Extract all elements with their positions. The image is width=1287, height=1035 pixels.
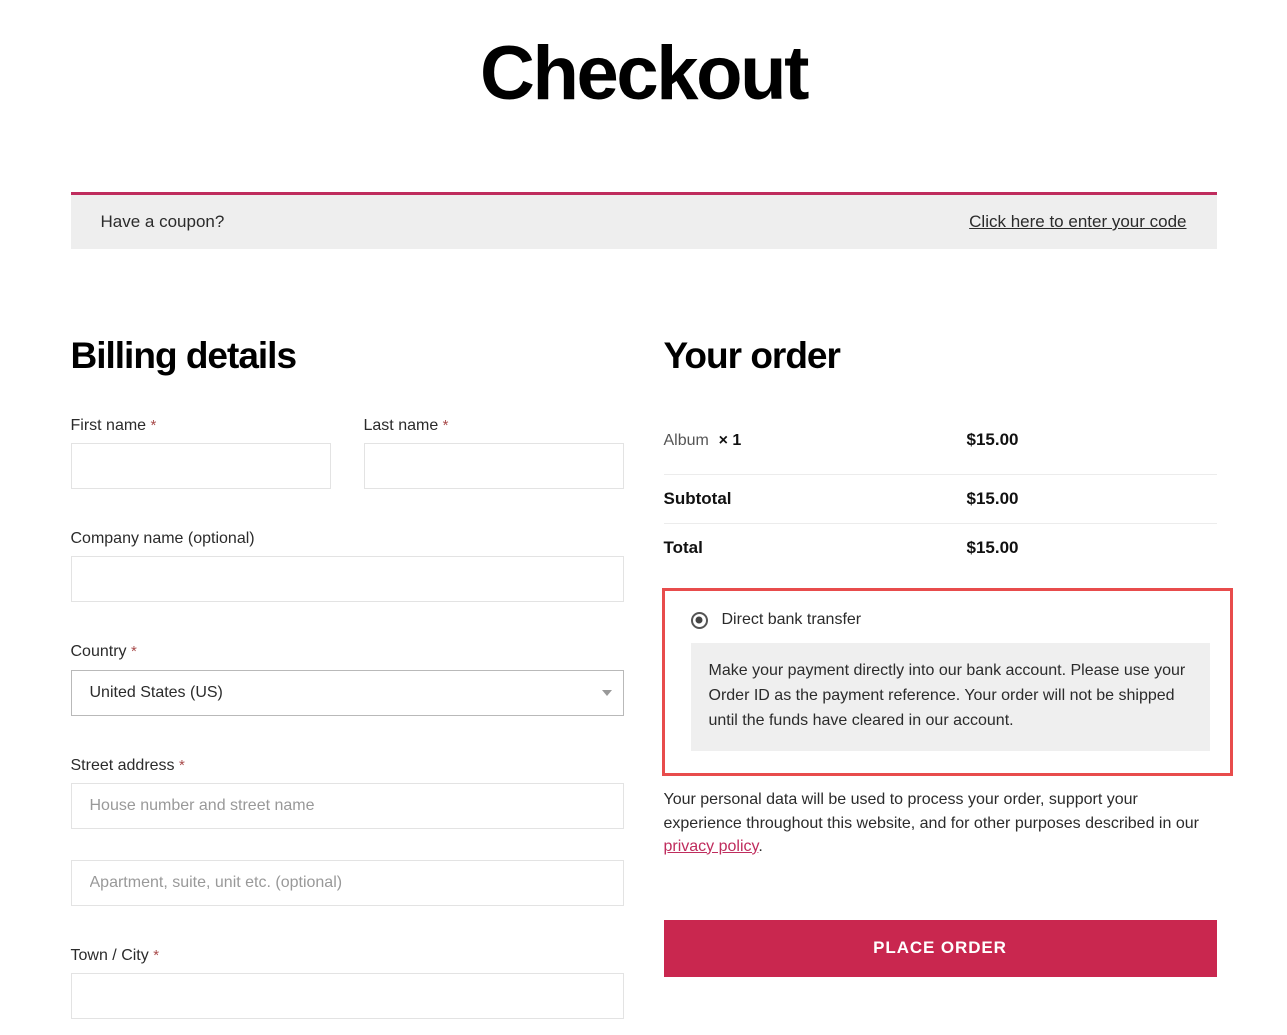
- checkout-page: Checkout Have a coupon? Click here to en…: [0, 0, 1287, 1029]
- required-marker: *: [153, 946, 160, 964]
- country-field: Country * United States (US): [70, 642, 624, 716]
- country-select[interactable]: United States (US): [70, 669, 624, 716]
- total-label: Total: [663, 538, 703, 557]
- country-selected-value: United States (US): [89, 683, 223, 701]
- street-address-input[interactable]: [70, 782, 624, 829]
- country-label-text: Country: [70, 643, 127, 661]
- coupon-toggle-link[interactable]: Click here to enter your code: [969, 212, 1186, 232]
- product-name: Album: [663, 432, 709, 449]
- name-fields-row: First name * Last name *: [70, 416, 624, 505]
- required-marker: *: [442, 417, 449, 434]
- subtotal-row: Subtotal $15.00: [663, 474, 1217, 524]
- company-name-input[interactable]: [70, 556, 624, 603]
- radio-selected-icon[interactable]: [690, 611, 708, 629]
- content-wrapper: Have a coupon? Click here to enter your …: [70, 192, 1233, 1035]
- checkout-columns: Billing details First name * Last name *: [70, 335, 1233, 1035]
- last-name-field: Last name *: [363, 416, 624, 490]
- total-row: Total $15.00: [664, 524, 1217, 573]
- town-city-input[interactable]: [70, 972, 624, 1019]
- subtotal-label: Subtotal: [663, 474, 967, 524]
- your-order-heading: Your order: [663, 335, 841, 376]
- payment-method-description: Make your payment directly into our bank…: [690, 643, 1210, 752]
- payment-method-label: Direct bank transfer: [721, 611, 862, 628]
- required-marker: *: [150, 417, 157, 434]
- town-city-label-text: Town / City: [70, 946, 149, 964]
- order-line-item-name-cell: Album × 1: [663, 420, 967, 475]
- privacy-text-before: Your personal data will be used to proce…: [663, 791, 1199, 832]
- coupon-bar: Have a coupon? Click here to enter your …: [70, 192, 1217, 249]
- country-label: Country *: [71, 642, 624, 661]
- product-quantity: × 1: [718, 432, 742, 449]
- required-marker: *: [130, 643, 137, 661]
- billing-details-heading: Billing details: [70, 335, 298, 376]
- required-marker: *: [179, 756, 185, 774]
- order-summary-table: Album × 1 $15.00 Subtotal $15.00 Total $…: [663, 420, 1217, 573]
- last-name-input[interactable]: [363, 443, 624, 490]
- town-city-field: Town / City *: [70, 946, 624, 1019]
- privacy-text-after: .: [758, 837, 763, 855]
- order-review-section: Your order Album × 1 $15.00 Subtotal $15…: [661, 335, 1233, 1035]
- order-line-item-amount: $15.00: [966, 420, 1217, 475]
- last-name-label: Last name *: [364, 416, 624, 435]
- last-name-label-text: Last name: [363, 417, 439, 434]
- privacy-notice: Your personal data will be used to proce…: [664, 788, 1209, 858]
- country-select-wrapper: United States (US): [70, 669, 624, 716]
- first-name-label: First name *: [71, 416, 331, 435]
- first-name-label-text: First name: [70, 417, 147, 434]
- street-address-field: Street address *: [70, 756, 624, 829]
- privacy-policy-link[interactable]: privacy policy: [664, 838, 759, 855]
- first-name-field: First name *: [70, 416, 331, 490]
- payment-method-direct-bank-transfer[interactable]: Direct bank transfer: [683, 611, 1212, 629]
- place-order-button[interactable]: Place order: [663, 919, 1217, 977]
- town-city-label: Town / City *: [71, 946, 624, 965]
- address-line-2-field: [70, 859, 624, 906]
- payment-methods-box: Direct bank transfer Make your payment d…: [661, 588, 1233, 777]
- order-line-item-row: Album × 1 $15.00: [663, 420, 1217, 475]
- company-name-field: Company name (optional): [70, 529, 624, 603]
- address-line-2-input[interactable]: [70, 859, 624, 906]
- street-address-label: Street address *: [71, 756, 624, 775]
- first-name-input[interactable]: [70, 443, 331, 490]
- street-address-label-text: Street address: [70, 756, 175, 774]
- company-name-label: Company name (optional): [70, 530, 255, 548]
- coupon-prompt: Have a coupon?: [100, 212, 225, 231]
- subtotal-amount: $15.00: [966, 474, 1217, 524]
- total-amount: $15.00: [966, 538, 1019, 557]
- billing-details-section: Billing details First name * Last name *: [70, 335, 624, 1035]
- page-title: Checkout: [479, 31, 809, 116]
